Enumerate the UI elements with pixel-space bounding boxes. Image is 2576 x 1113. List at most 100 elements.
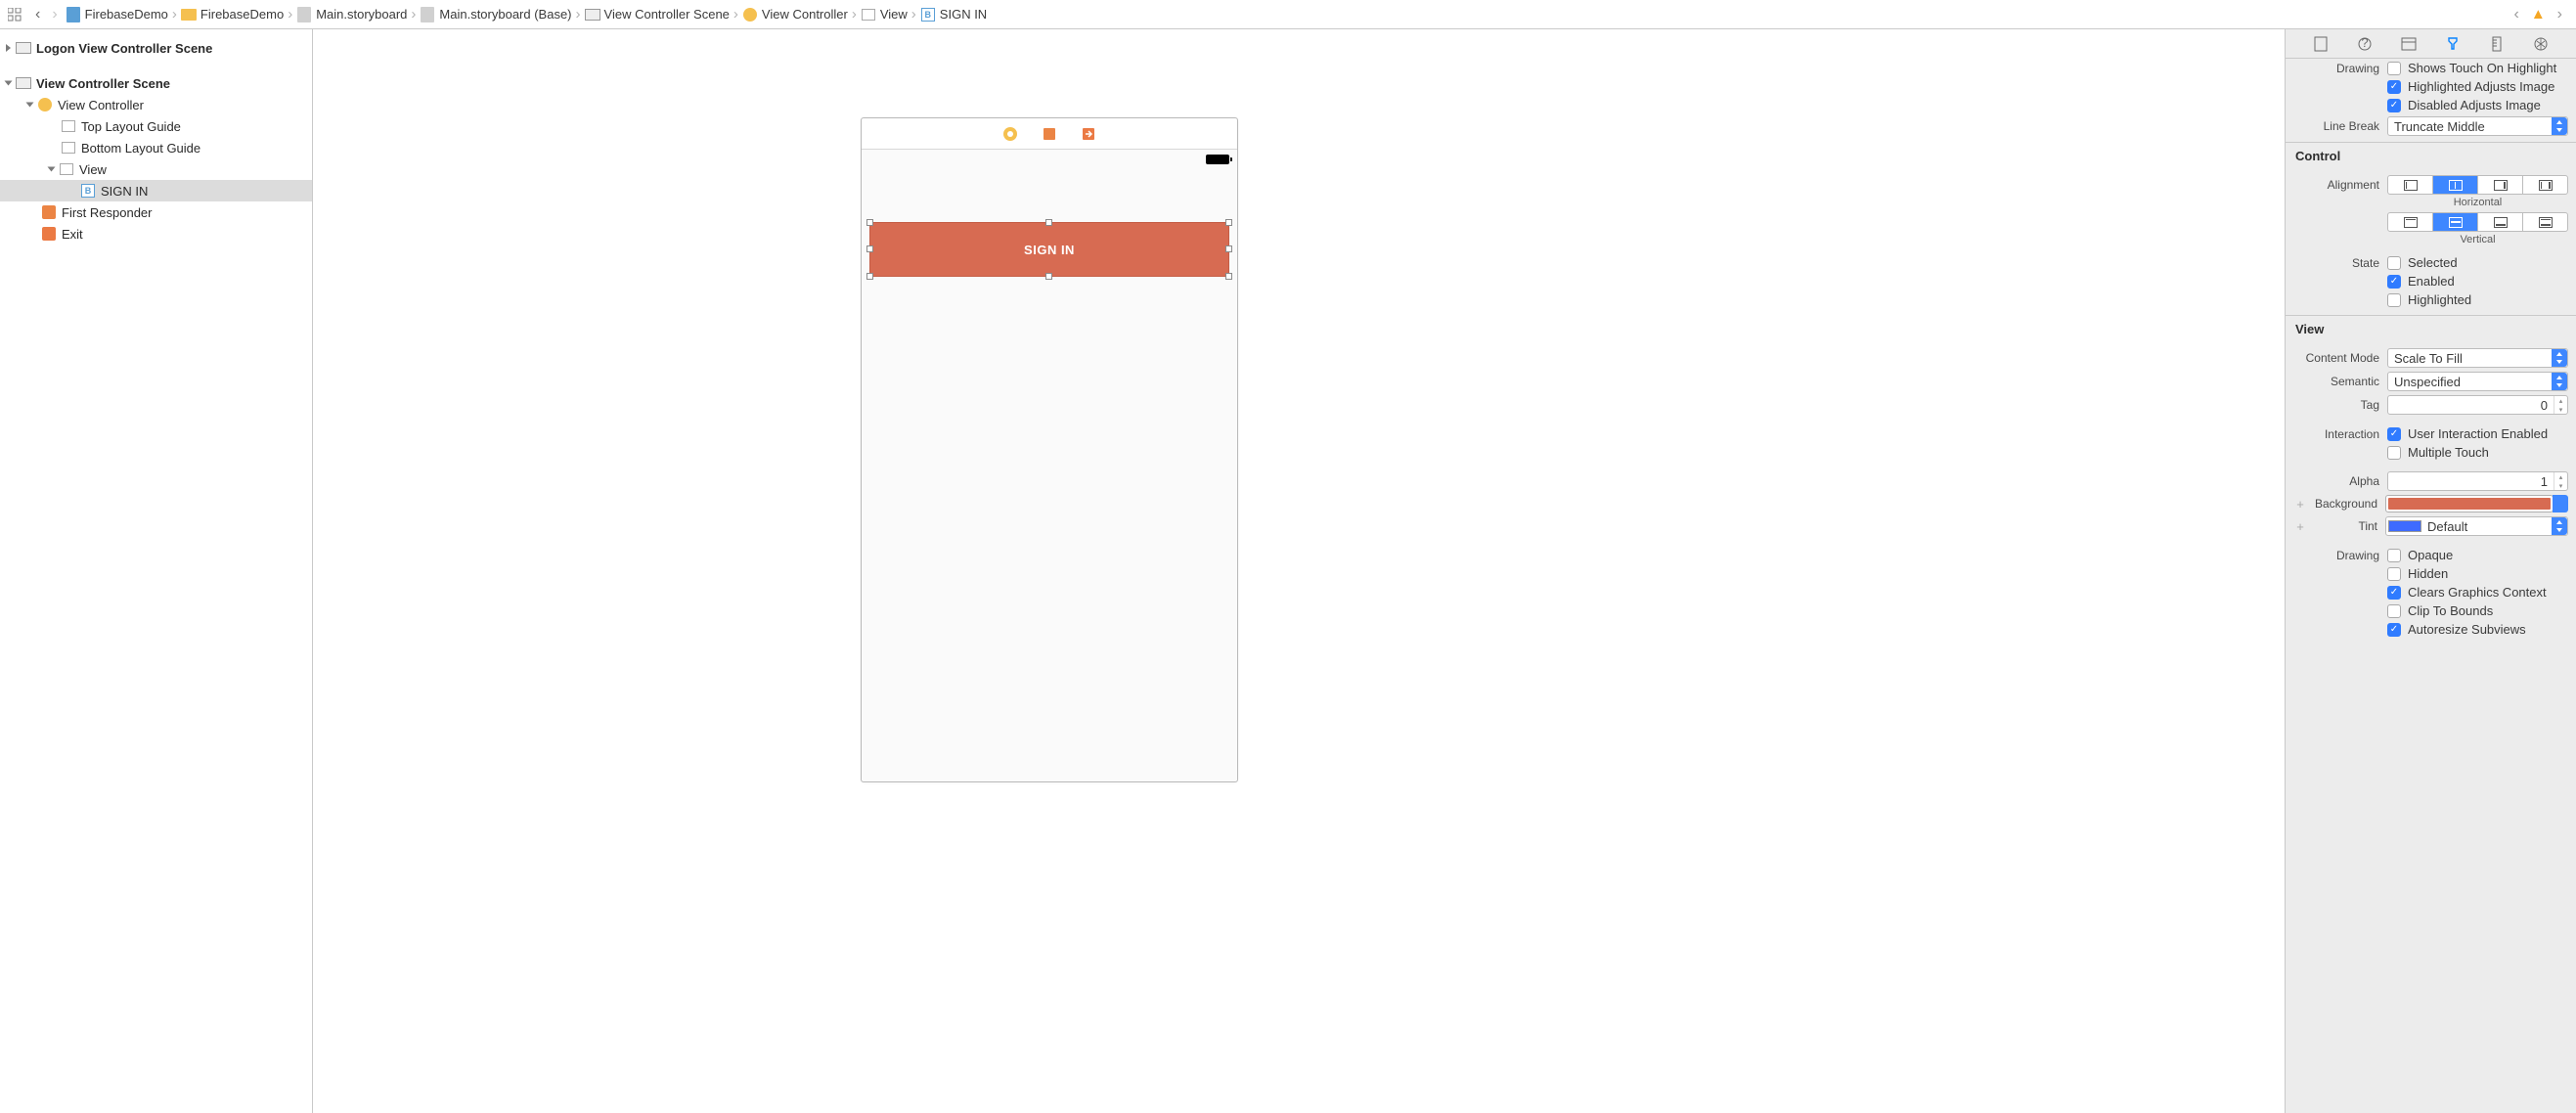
file-inspector-tab-icon[interactable] (2312, 35, 2330, 53)
chevron-updown-icon (2552, 117, 2567, 135)
inspector-tabs: ? (2286, 29, 2576, 59)
crumb-view-controller[interactable]: View Controller (740, 7, 850, 22)
state-enabled-checkbox[interactable] (2387, 275, 2401, 289)
clears-graphics-checkbox[interactable] (2387, 586, 2401, 600)
alignment-label: Alignment (2293, 178, 2387, 192)
crumb-view[interactable]: View (859, 7, 910, 22)
opaque-label: Opaque (2408, 548, 2453, 562)
align-vfill-button[interactable] (2523, 213, 2567, 231)
tag-field[interactable]: 0▴▾ (2387, 395, 2568, 415)
outline-signin-button[interactable]: BSIGN IN (0, 180, 312, 201)
outline-view-controller[interactable]: View Controller (0, 94, 312, 115)
hidden-checkbox[interactable] (2387, 567, 2401, 581)
outline-view[interactable]: View (0, 158, 312, 180)
align-top-button[interactable] (2388, 213, 2433, 231)
user-interaction-checkbox[interactable] (2387, 427, 2401, 441)
clip-to-bounds-checkbox[interactable] (2387, 604, 2401, 618)
state-highlighted-checkbox[interactable] (2387, 293, 2401, 307)
align-middle-button[interactable] (2433, 213, 2478, 231)
first-responder-icon[interactable] (1042, 126, 1057, 142)
outline-exit[interactable]: Exit (0, 223, 312, 245)
inspector-panel: ? DrawingShows Touch On Highlight Highli… (2285, 29, 2576, 1113)
outline-bottom-layout-guide[interactable]: Bottom Layout Guide (0, 137, 312, 158)
history-forward-icon[interactable]: › (2552, 6, 2568, 23)
state-selected-checkbox[interactable] (2387, 256, 2401, 270)
signin-button[interactable]: SIGN IN (869, 222, 1229, 277)
highlighted-adjusts-checkbox[interactable] (2387, 80, 2401, 94)
align-fill-button[interactable] (2523, 176, 2567, 194)
line-break-label: Line Break (2293, 119, 2387, 133)
help-inspector-tab-icon[interactable]: ? (2356, 35, 2374, 53)
disabled-adjusts-label: Disabled Adjusts Image (2408, 98, 2541, 112)
autoresize-checkbox[interactable] (2387, 623, 2401, 637)
vertical-sublabel: Vertical (2286, 234, 2576, 247)
nav-back-icon[interactable]: ‹ (29, 6, 46, 23)
identity-inspector-tab-icon[interactable] (2400, 35, 2418, 53)
view-controller-icon[interactable] (1002, 126, 1018, 142)
resize-handle-icon[interactable] (866, 219, 873, 226)
attributes-inspector-tab-icon[interactable] (2444, 35, 2462, 53)
scene-dock (862, 118, 1237, 150)
background-label: Background (2305, 497, 2385, 511)
tag-label: Tag (2293, 398, 2387, 412)
crumb-project[interactable]: FirebaseDemo (64, 7, 170, 22)
size-inspector-tab-icon[interactable] (2488, 35, 2506, 53)
outline-scene-main[interactable]: View Controller Scene (0, 72, 312, 94)
chevron-updown-icon[interactable] (2553, 495, 2568, 512)
state-enabled-label: Enabled (2408, 274, 2455, 289)
alpha-label: Alpha (2293, 474, 2387, 488)
related-items-icon[interactable] (8, 8, 22, 22)
align-bottom-button[interactable] (2478, 213, 2523, 231)
chevron-updown-icon (2552, 373, 2567, 390)
highlighted-adjusts-label: Highlighted Adjusts Image (2408, 79, 2554, 94)
background-colorwell[interactable] (2385, 495, 2554, 512)
horizontal-alignment-segmented[interactable] (2387, 175, 2568, 195)
connections-inspector-tab-icon[interactable] (2532, 35, 2550, 53)
nav-forward-icon[interactable]: › (46, 6, 63, 23)
interaction-label: Interaction (2293, 427, 2387, 441)
outline-scene-logon[interactable]: Logon View Controller Scene (0, 37, 312, 59)
opaque-checkbox[interactable] (2387, 549, 2401, 562)
state-label: State (2293, 256, 2387, 270)
shows-touch-label: Shows Touch On Highlight (2408, 61, 2556, 75)
tint-label: Tint (2305, 519, 2385, 533)
crumb-signin[interactable]: BSIGN IN (918, 7, 989, 22)
content-mode-popup[interactable]: Scale To Fill (2387, 348, 2568, 368)
stepper-icon[interactable]: ▴▾ (2554, 472, 2567, 490)
signin-button-label: SIGN IN (1024, 243, 1075, 257)
semantic-popup[interactable]: Unspecified (2387, 372, 2568, 391)
breadcrumb: FirebaseDemo› FirebaseDemo› Main.storybo… (64, 6, 2509, 22)
line-break-popup[interactable]: Truncate Middle (2387, 116, 2568, 136)
align-left-button[interactable] (2388, 176, 2433, 194)
tint-popup[interactable]: Default (2385, 516, 2568, 536)
crumb-scene[interactable]: View Controller Scene (583, 7, 732, 22)
resize-handle-icon[interactable] (1225, 245, 1232, 252)
crumb-folder[interactable]: FirebaseDemo (179, 7, 286, 22)
warning-icon[interactable]: ▲ (2531, 6, 2546, 22)
exit-icon[interactable] (1081, 126, 1096, 142)
horizontal-sublabel: Horizontal (2286, 197, 2576, 210)
resize-handle-icon[interactable] (866, 245, 873, 252)
crumb-storyboard[interactable]: Main.storyboard (294, 7, 409, 22)
stepper-icon[interactable]: ▴▾ (2554, 396, 2567, 414)
shows-touch-checkbox[interactable] (2387, 62, 2401, 75)
history-back-icon[interactable]: ‹ (2508, 6, 2524, 23)
vertical-alignment-segmented[interactable] (2387, 212, 2568, 232)
resize-handle-icon[interactable] (866, 273, 873, 280)
crumb-storyboard-base[interactable]: Main.storyboard (Base) (418, 7, 573, 22)
device-frame: SIGN IN (861, 117, 1238, 782)
chevron-updown-icon (2552, 349, 2567, 367)
outline-top-layout-guide[interactable]: Top Layout Guide (0, 115, 312, 137)
alpha-field[interactable]: 1▴▾ (2387, 471, 2568, 491)
disabled-adjusts-checkbox[interactable] (2387, 99, 2401, 112)
align-right-button[interactable] (2478, 176, 2523, 194)
resize-handle-icon[interactable] (1225, 273, 1232, 280)
control-section-title: Control (2286, 142, 2576, 169)
outline-first-responder[interactable]: First Responder (0, 201, 312, 223)
multiple-touch-checkbox[interactable] (2387, 446, 2401, 460)
interface-builder-canvas[interactable]: SIGN IN (313, 29, 2285, 1113)
resize-handle-icon[interactable] (1045, 273, 1052, 280)
resize-handle-icon[interactable] (1045, 219, 1052, 226)
align-center-button[interactable] (2433, 176, 2478, 194)
resize-handle-icon[interactable] (1225, 219, 1232, 226)
